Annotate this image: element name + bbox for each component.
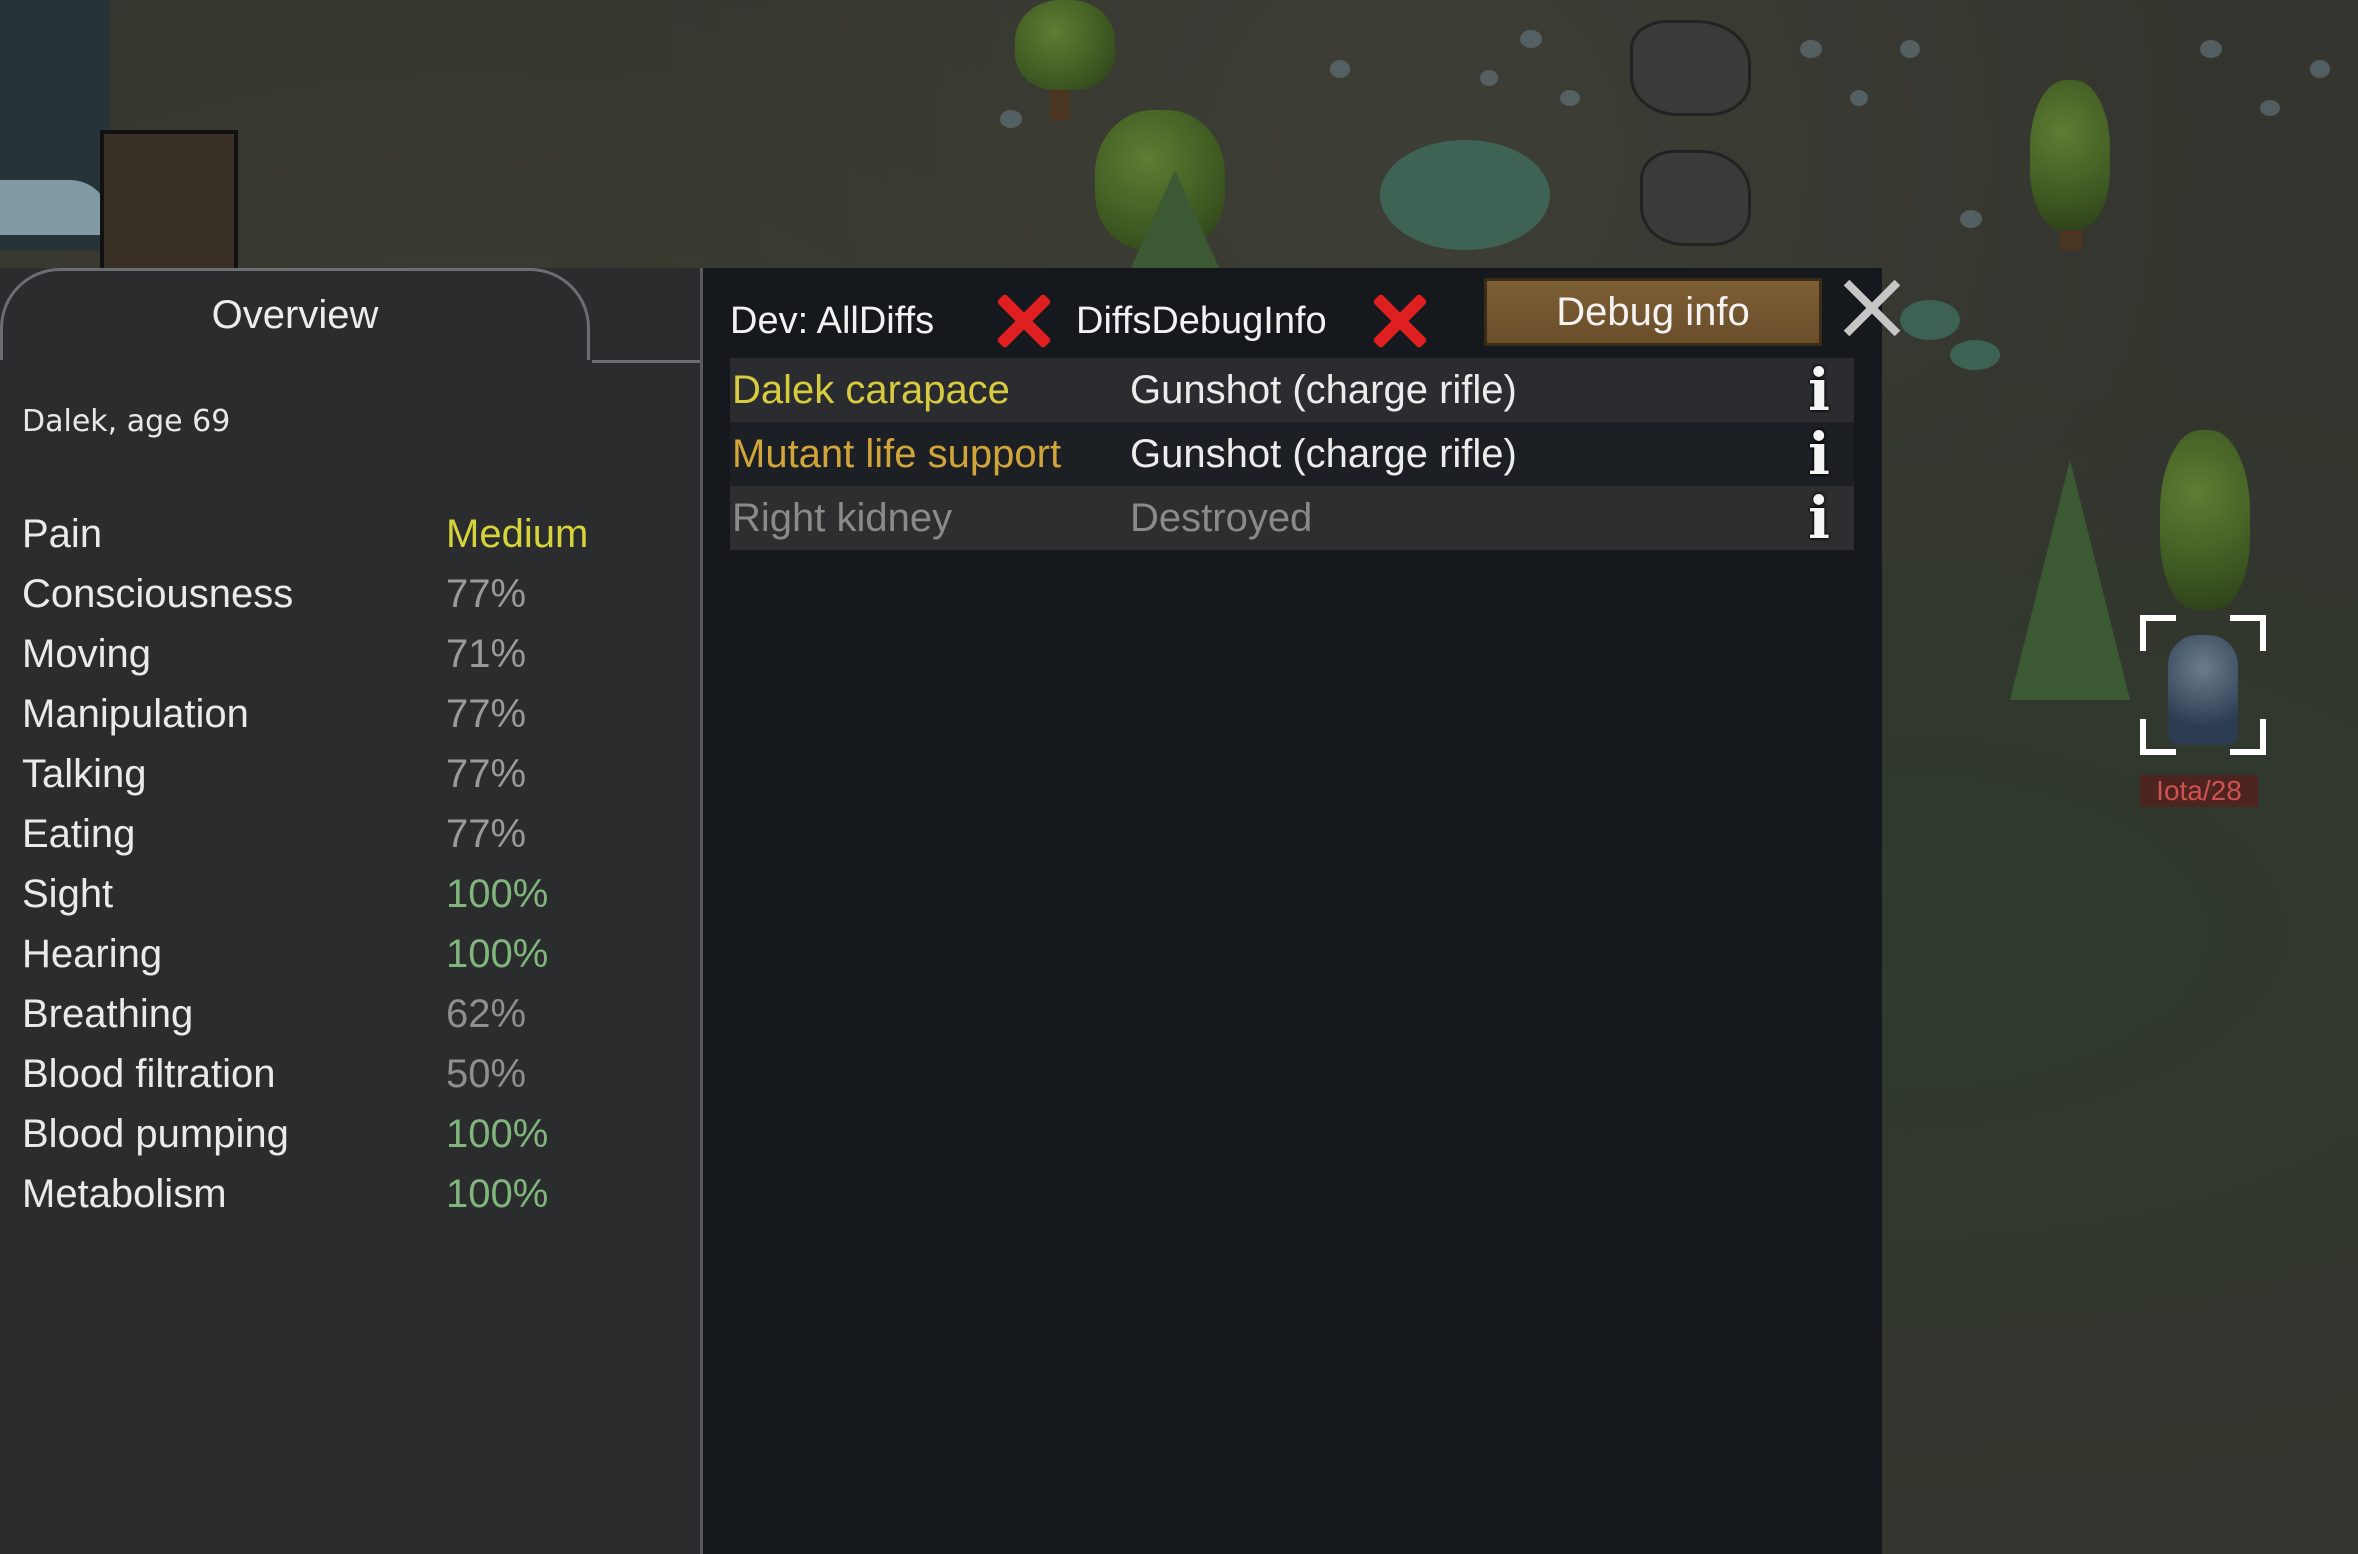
capacity-row[interactable]: Eating 77% bbox=[22, 804, 682, 864]
selection-bracket bbox=[2230, 719, 2266, 755]
toggle-off-icon[interactable] bbox=[1366, 288, 1432, 354]
capacity-name: Moving bbox=[22, 632, 151, 676]
hediff-row[interactable]: Dalek carapace Gunshot (charge rifle) i bbox=[730, 358, 1854, 422]
body-part-label: Dalek carapace bbox=[732, 368, 1010, 412]
health-panel: Overview Dalek, age 69 Pain Medium Conscio… bbox=[0, 268, 1882, 1554]
pebble bbox=[2310, 60, 2330, 78]
snow-patch bbox=[0, 180, 110, 235]
dalek-pawn[interactable] bbox=[2140, 615, 2266, 755]
pebble bbox=[1560, 90, 1580, 106]
debug-info-button[interactable]: Debug info bbox=[1484, 278, 1822, 346]
pebble bbox=[2200, 40, 2222, 58]
dev-toolbar: Dev: AllDiffs DiffsDebugInfo Debug info bbox=[730, 268, 1880, 358]
hediff-pane: Dev: AllDiffs DiffsDebugInfo Debug info … bbox=[700, 268, 1882, 1554]
pebble bbox=[1330, 60, 1350, 78]
capacity-value: 100% bbox=[446, 872, 549, 916]
capacity-value: 77% bbox=[446, 572, 527, 616]
capacity-value: 100% bbox=[446, 1172, 549, 1216]
dev-alldiffs-toggle[interactable]: Dev: AllDiffs bbox=[730, 300, 934, 343]
pebble bbox=[1480, 70, 1498, 86]
capacity-row[interactable]: Consciousness 77% bbox=[22, 564, 682, 624]
capacity-row[interactable]: Metabolism 100% bbox=[22, 1164, 682, 1224]
tab-overview-label: Overview bbox=[211, 293, 379, 337]
hediff-label: Destroyed bbox=[1130, 496, 1313, 540]
health-overview-pane: Overview Dalek, age 69 Pain Medium Conscio… bbox=[0, 268, 703, 1554]
capacity-name: Manipulation bbox=[22, 692, 249, 736]
capacity-name: Metabolism bbox=[22, 1172, 227, 1216]
selection-bracket bbox=[2140, 719, 2176, 755]
tree bbox=[2030, 80, 2110, 230]
pawn-summary: Dalek, age 69 bbox=[22, 404, 231, 439]
bush bbox=[1950, 340, 2000, 370]
bush bbox=[1900, 300, 1960, 340]
boulder bbox=[1640, 150, 1751, 246]
capacity-value: 77% bbox=[446, 812, 527, 856]
bush bbox=[1380, 140, 1550, 250]
toggle-off-icon[interactable] bbox=[990, 288, 1056, 354]
hediff-row[interactable]: Mutant life support Gunshot (charge rifle… bbox=[730, 422, 1854, 486]
hediff-label: Gunshot (charge rifle) bbox=[1130, 368, 1517, 412]
selection-bracket bbox=[2230, 615, 2266, 651]
pebble bbox=[1850, 90, 1868, 106]
pine-tree bbox=[1130, 170, 1220, 270]
capacity-value: 100% bbox=[446, 1112, 549, 1156]
body-part-label: Right kidney bbox=[732, 496, 953, 540]
capacity-name: Sight bbox=[22, 872, 114, 916]
capacity-row[interactable]: Moving 71% bbox=[22, 624, 682, 684]
capacity-name: Hearing bbox=[22, 932, 163, 976]
dalek-sprite bbox=[2168, 635, 2238, 745]
body-part-label: Mutant life support bbox=[732, 432, 1062, 476]
capacity-name: Consciousness bbox=[22, 572, 294, 616]
capacity-name: Breathing bbox=[22, 992, 194, 1036]
capacity-value: 62% bbox=[446, 992, 527, 1036]
tree bbox=[2160, 430, 2250, 610]
pebble bbox=[1960, 210, 1982, 228]
capacity-name: Talking bbox=[22, 752, 147, 796]
pawn-name-label[interactable]: Iota/28 bbox=[2140, 775, 2258, 807]
pebble bbox=[1000, 110, 1022, 128]
pebble bbox=[1520, 30, 1542, 48]
diffs-debug-info-toggle[interactable]: DiffsDebugInfo bbox=[1076, 300, 1327, 343]
capacity-name: Pain bbox=[22, 512, 103, 556]
capacity-value: 71% bbox=[446, 632, 527, 676]
pebble bbox=[1900, 40, 1920, 58]
hediff-row[interactable]: Right kidney Destroyed i bbox=[730, 486, 1854, 550]
tab-divider bbox=[592, 360, 700, 363]
capacity-name: Blood pumping bbox=[22, 1112, 289, 1156]
capacity-row[interactable]: Blood pumping 100% bbox=[22, 1104, 682, 1164]
capacity-row[interactable]: Sight 100% bbox=[22, 864, 682, 924]
capacity-row[interactable]: Hearing 100% bbox=[22, 924, 682, 984]
close-icon[interactable] bbox=[1840, 276, 1904, 340]
capacity-row[interactable]: Talking 77% bbox=[22, 744, 682, 804]
info-icon[interactable]: i bbox=[1804, 422, 1834, 486]
boulder bbox=[1630, 20, 1751, 116]
capacity-value: 77% bbox=[446, 692, 527, 736]
info-icon[interactable]: i bbox=[1804, 486, 1834, 550]
capacity-row[interactable]: Pain Medium bbox=[22, 504, 682, 564]
selection-bracket bbox=[2140, 615, 2176, 651]
hediff-label: Gunshot (charge rifle) bbox=[1130, 432, 1517, 476]
tab-overview[interactable]: Overview bbox=[0, 268, 590, 360]
capacity-value: 77% bbox=[446, 752, 527, 796]
wooden-wall bbox=[100, 130, 238, 278]
hediff-list: Dalek carapace Gunshot (charge rifle) i Mut… bbox=[730, 358, 1854, 550]
pine-tree bbox=[2010, 460, 2130, 700]
capacity-value: 50% bbox=[446, 1052, 527, 1096]
pebble bbox=[1800, 40, 1822, 58]
capacity-list: Pain Medium Consciousness 77% Moving 71% Manip… bbox=[22, 504, 682, 1224]
capacity-row[interactable]: Breathing 62% bbox=[22, 984, 682, 1044]
capacity-row[interactable]: Blood filtration 50% bbox=[22, 1044, 682, 1104]
pebble bbox=[2260, 100, 2280, 116]
capacity-name: Eating bbox=[22, 812, 136, 856]
capacity-name: Blood filtration bbox=[22, 1052, 276, 1096]
capacity-row[interactable]: Manipulation 77% bbox=[22, 684, 682, 744]
capacity-value: 100% bbox=[446, 932, 549, 976]
tree bbox=[1015, 0, 1115, 90]
capacity-value: Medium bbox=[446, 512, 589, 556]
info-icon[interactable]: i bbox=[1804, 358, 1834, 422]
